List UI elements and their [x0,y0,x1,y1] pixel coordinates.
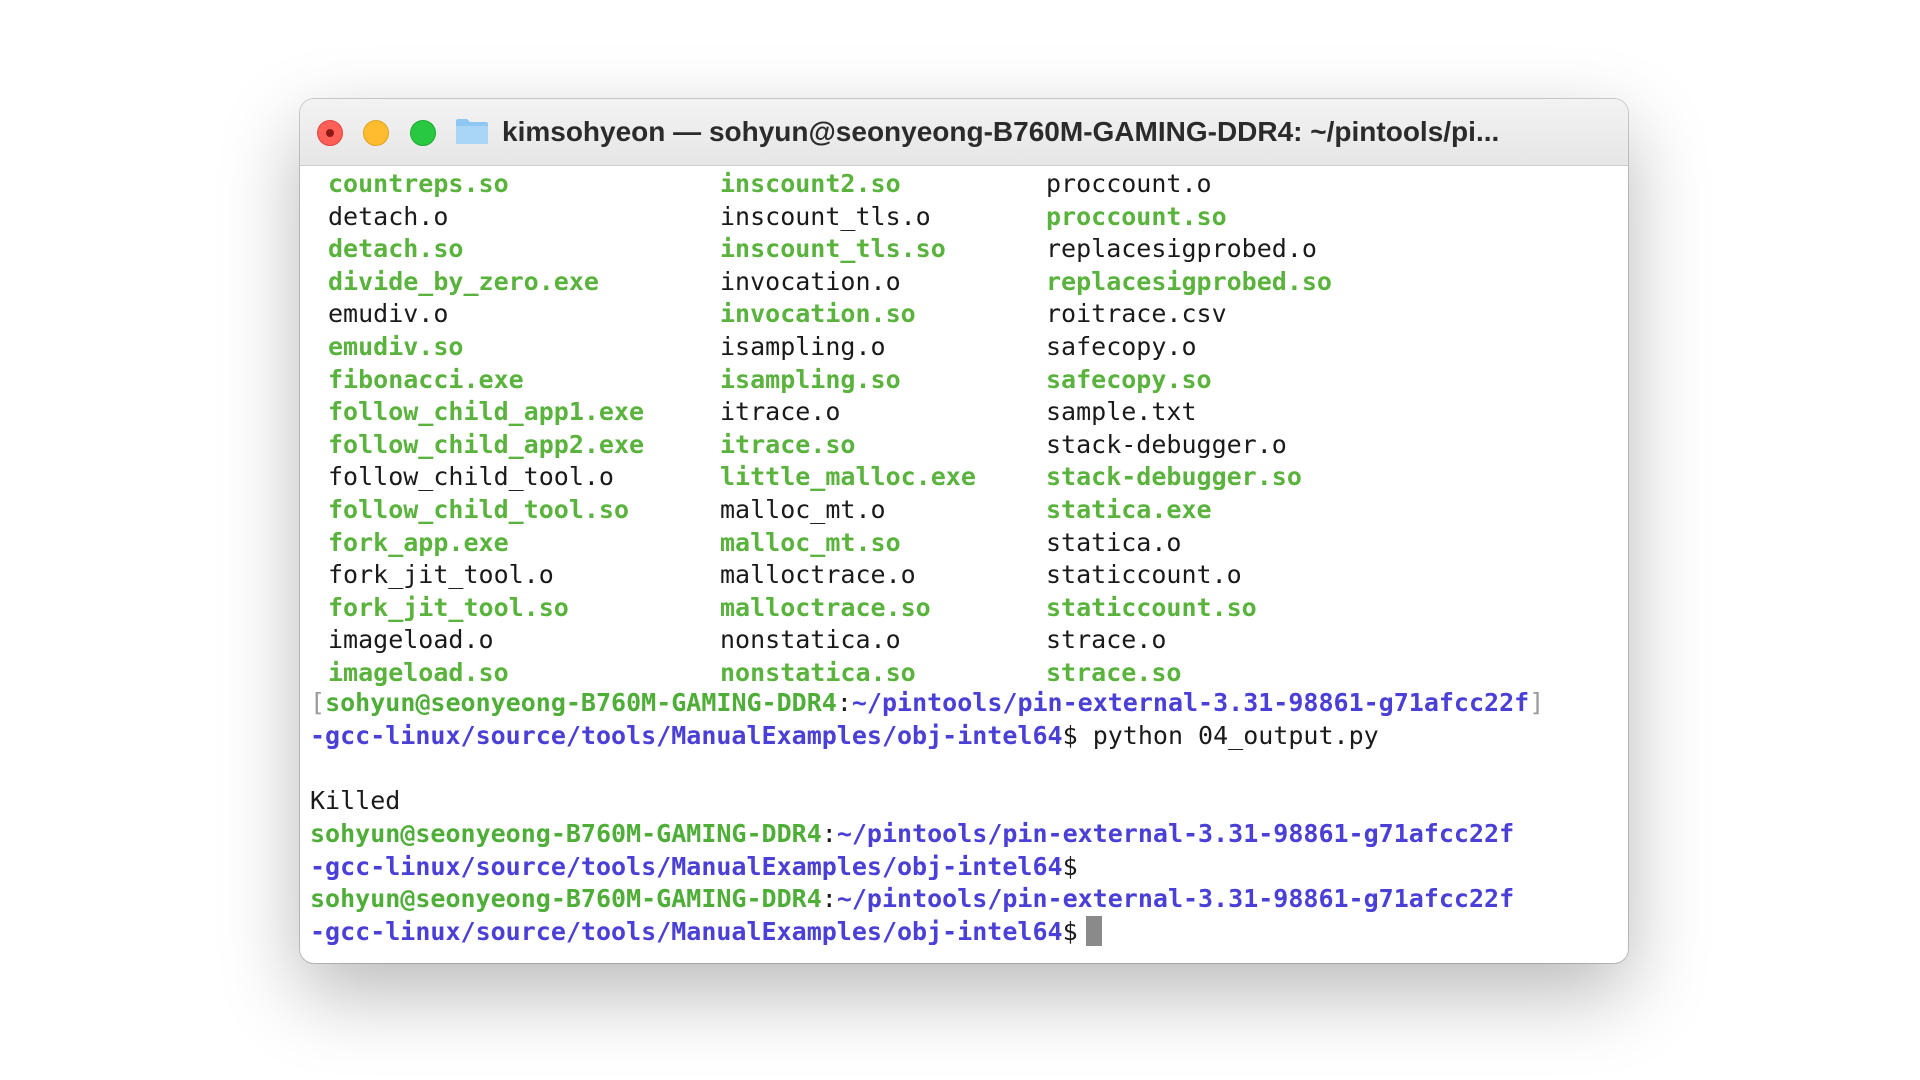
file-entry: sample.txt [1046,397,1197,427]
prompt-user: sohyun@seonyeong-B760M-GAMING-DDR4 [310,884,822,913]
title-bar[interactable]: kimsohyeon — sohyun@seonyeong-B760M-GAMI… [300,99,1628,166]
terminal-content[interactable]: countreps.so detach.o detach.so divide_by_z… [300,166,1628,963]
prompt-path-cont: -gcc-linux/source/tools/ManualExamples/o… [310,917,1063,946]
file-entry: stack-debugger.so [1046,462,1302,492]
file-entry: malloctrace.o [720,560,916,590]
prompt-sign: $ [1062,917,1078,946]
bracket-close: ] [1529,688,1545,717]
file-entry: roitrace.csv [1046,299,1227,329]
file-entry: imageload.o [328,625,494,655]
file-entry: stack-debugger.o [1046,429,1287,459]
bracket-open: [ [310,688,326,717]
file-entry: itrace.o [720,397,841,427]
file-entry: strace.so [1046,658,1182,687]
file-entry: inscount_tls.o [720,201,931,231]
file-entry: fork_jit_tool.so [328,592,569,622]
prompt-sign: $ [1062,721,1078,750]
file-entry: safecopy.so [1046,364,1212,394]
close-icon [326,129,334,137]
file-entry: little_malloc.exe [720,462,976,492]
maximize-button[interactable] [410,120,436,146]
file-entry: inscount2.so [720,169,901,198]
file-entry: invocation.so [720,299,916,329]
file-entry: proccount.o [1046,169,1212,198]
file-entry: countreps.so [328,169,509,198]
file-entry: follow_child_tool.so [328,495,630,524]
file-entry: nonstatica.o [720,625,901,655]
file-entry: detach.o [328,201,449,231]
minimize-button[interactable] [363,120,389,146]
prompt-colon: : [836,688,852,717]
file-entry: statica.exe [1046,495,1212,524]
file-entry: fibonacci.exe [328,364,524,394]
prompt-line-5: sohyun@seonyeong-B760M-GAMING-DDR4:~/pin… [310,883,1514,916]
file-entry: emudiv.o [328,299,449,329]
file-entry: malloc_mt.so [720,527,901,557]
file-entry: staticcount.so [1046,592,1257,622]
file-entry: itrace.so [720,429,856,459]
file-entry: replacesigprobed.so [1046,266,1332,296]
file-entry: fork_jit_tool.o [328,560,554,590]
file-entry: strace.o [1046,625,1167,655]
file-entry: proccount.so [1046,201,1227,231]
file-entry: safecopy.o [1046,332,1197,361]
prompt-sign: $ [1062,852,1078,881]
file-entry: detach.so [328,234,464,264]
file-entry: malloc_mt.o [720,495,886,524]
prompt-path: ~/pintools/pin-external-3.31-98861-g71af… [851,688,1530,717]
prompt-line-3: sohyun@seonyeong-B760M-GAMING-DDR4:~/pin… [310,818,1514,851]
prompt-line-4: -gcc-linux/source/tools/ManualExamples/o… [310,851,1078,884]
prompt-path: ~/pintools/pin-external-3.31-98861-g71af… [836,819,1515,848]
prompt-colon: : [821,819,837,848]
file-entry: follow_child_tool.o [328,462,614,492]
folder-icon [456,119,488,144]
file-entry: inscount_tls.so [720,234,946,264]
terminal-window[interactable]: kimsohyeon — sohyun@seonyeong-B760M-GAMI… [300,99,1628,963]
output-killed: Killed [310,786,401,815]
file-entry: statica.o [1046,527,1182,557]
file-entry: follow_child_app2.exe [328,429,645,459]
file-entry: staticcount.o [1046,560,1242,590]
close-button[interactable] [317,120,343,146]
file-entry: isampling.so [720,364,901,394]
command-text: python 04_output.py [1077,721,1379,750]
file-entry: malloctrace.so [720,592,931,622]
file-entry: imageload.so [328,658,509,687]
window-title: kimsohyeon — sohyun@seonyeong-B760M-GAMI… [502,116,1500,147]
file-entry: emudiv.so [328,332,464,361]
file-entry: follow_child_app1.exe [328,397,645,427]
file-entry: invocation.o [720,266,901,296]
prompt-line-1: [sohyun@seonyeong-B760M-GAMING-DDR4:~/pi… [310,687,1544,720]
text-cursor[interactable] [1085,916,1102,946]
file-entry: divide_by_zero.exe [328,266,599,296]
file-entry: isampling.o [720,332,886,361]
prompt-path-cont: -gcc-linux/source/tools/ManualExamples/o… [310,852,1063,881]
prompt-user: sohyun@seonyeong-B760M-GAMING-DDR4 [310,819,822,848]
prompt-colon: : [821,884,837,913]
prompt-user: sohyun@seonyeong-B760M-GAMING-DDR4 [325,688,837,717]
file-entry: nonstatica.so [720,658,916,687]
file-entry: fork_app.exe [328,527,509,557]
file-entry: replacesigprobed.o [1046,234,1317,264]
prompt-path-cont: -gcc-linux/source/tools/ManualExamples/o… [310,721,1063,750]
prompt-line-2: -gcc-linux/source/tools/ManualExamples/o… [310,720,1379,753]
prompt-line-6[interactable]: -gcc-linux/source/tools/ManualExamples/o… [310,916,1102,949]
prompt-path: ~/pintools/pin-external-3.31-98861-g71af… [836,884,1515,913]
